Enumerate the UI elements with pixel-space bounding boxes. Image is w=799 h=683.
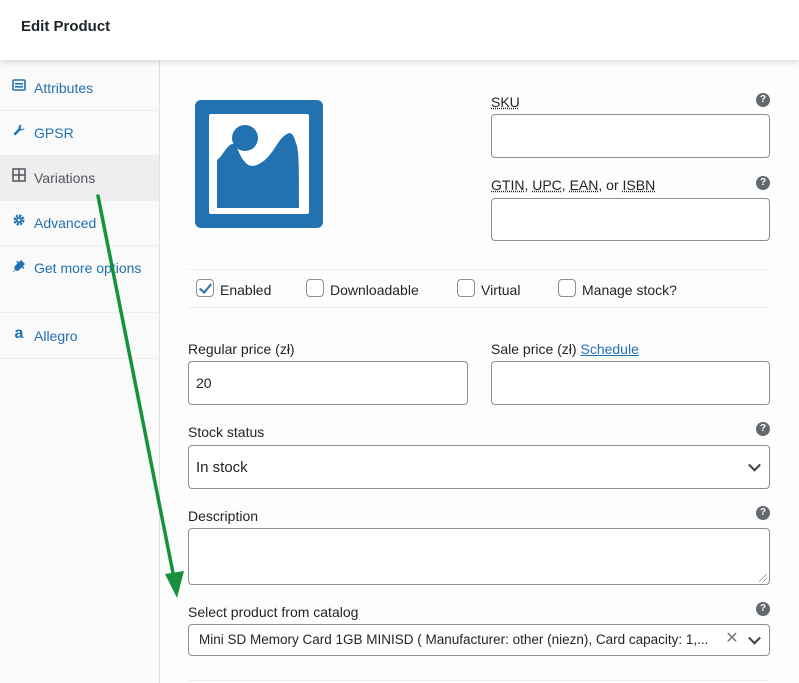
sku-label: SKU [491,94,520,110]
description-label: Description [188,508,259,524]
enabled-label: Enabled [220,282,272,298]
regular-price-input[interactable]: 20 [188,361,468,405]
top-bar: Edit Product [0,0,799,60]
manage-stock-label: Manage stock? [582,282,677,298]
help-icon[interactable]: ? [756,176,770,190]
downloadable-checkbox[interactable] [306,279,324,297]
gtin-input[interactable] [491,198,770,241]
help-icon[interactable]: ? [756,602,770,616]
gear-icon [11,213,27,229]
sidebar-item-gpsr[interactable]: GPSR [0,111,159,156]
virtual-checkbox[interactable] [457,279,475,297]
sidebar-item-label: Variations [34,170,96,186]
stock-status-select[interactable]: In stock [188,445,770,489]
catalog-label: Select product from catalog [188,604,359,620]
sku-input[interactable] [491,114,770,158]
sidebar-item-get-more-options[interactable]: Get more options [0,246,159,313]
catalog-selected-value: Mini SD Memory Card 1GB MINISD ( Manufac… [199,632,709,647]
variation-image-button[interactable] [195,100,323,228]
sidebar-item-variations[interactable]: Variations [0,156,159,201]
help-icon[interactable]: ? [756,506,770,520]
sidebar-item-label: GPSR [34,125,74,141]
chevron-down-icon [748,631,761,645]
sidebar-item-label: Allegro [34,328,78,344]
stock-status-value: In stock [196,458,248,476]
help-icon[interactable]: ? [756,93,770,107]
sidebar-item-label: Get more options [34,260,142,276]
divider [188,307,770,308]
image-placeholder-icon [217,125,299,208]
wrench-icon [11,123,27,139]
sale-price-label: Sale price (zł) Schedule [491,341,639,357]
list-icon [11,78,27,94]
help-icon[interactable]: ? [756,422,770,436]
sidebar-item-label: Attributes [34,80,94,96]
divider [188,680,770,681]
gtin-label: GTIN, UPC, EAN, or ISBN [491,177,656,193]
catalog-select[interactable]: Mini SD Memory Card 1GB MINISD ( Manufac… [188,624,770,656]
chevron-down-icon [748,458,761,472]
grid-icon [11,168,27,184]
sidebar-item-label: Advanced [34,215,97,231]
virtual-label: Virtual [481,282,521,298]
regular-price-label: Regular price (zł) [188,341,295,357]
product-data-tabs: Attributes GPSR Variations Advanced Get … [0,60,160,683]
sidebar-item-allegro[interactable]: a Allegro [0,313,159,359]
sidebar-item-advanced[interactable]: Advanced [0,201,159,246]
divider [188,269,770,270]
stock-status-label: Stock status [188,424,265,440]
downloadable-label: Downloadable [330,282,419,298]
clear-icon[interactable]: ✕ [725,631,739,647]
resize-handle[interactable] [759,574,767,582]
description-textarea[interactable] [188,528,770,585]
allegro-icon: a [14,325,24,342]
sidebar-item-attributes[interactable]: Attributes [0,65,159,111]
schedule-link[interactable]: Schedule [580,341,638,357]
manage-stock-checkbox[interactable] [558,279,576,297]
sale-price-input[interactable] [491,361,770,405]
page-title: Edit Product [21,18,111,35]
enabled-checkbox[interactable] [196,279,214,297]
